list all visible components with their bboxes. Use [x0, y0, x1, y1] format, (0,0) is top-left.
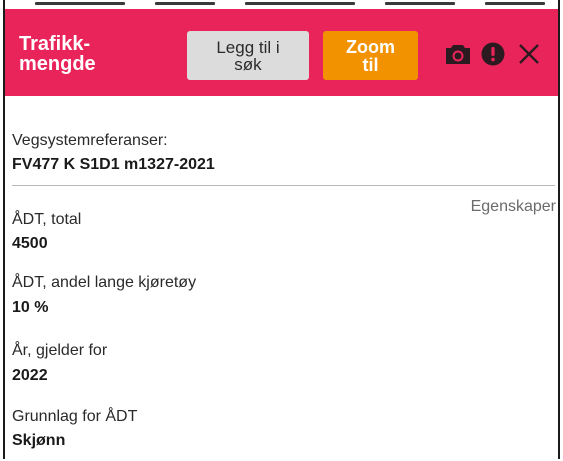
feature-info-panel: Trafikk- mengde Legg til i søk Zoom til — [3, 0, 560, 459]
properties-link[interactable]: Egenskaper — [471, 198, 556, 216]
close-icon[interactable] — [519, 44, 539, 64]
alert-icon[interactable] — [481, 42, 505, 66]
reference-label: Vegsystemreferanser: — [12, 132, 168, 149]
property-label: ÅDT, total — [12, 211, 82, 228]
panel-header: Trafikk- mengde Legg til i søk Zoom til — [5, 9, 558, 96]
property-value: 10 % — [12, 299, 49, 316]
property-label: ÅDT, andel lange kjøretøy — [12, 274, 197, 291]
zoom-to-button[interactable]: Zoom til — [323, 31, 418, 80]
panel-title: Trafikk- mengde — [19, 33, 96, 75]
property-label: År, gjelder for — [12, 342, 108, 359]
property-value: Skjønn — [12, 432, 66, 449]
reference-value: FV477 K S1D1 m1327-2021 — [12, 156, 215, 173]
divider — [12, 185, 555, 186]
property-value: 2022 — [12, 367, 48, 384]
property-value: 4500 — [12, 235, 48, 252]
property-label: Grunnlag for ÅDT — [12, 408, 138, 425]
camera-icon[interactable] — [445, 43, 471, 65]
add-to-search-button[interactable]: Legg til i søk — [187, 31, 309, 80]
